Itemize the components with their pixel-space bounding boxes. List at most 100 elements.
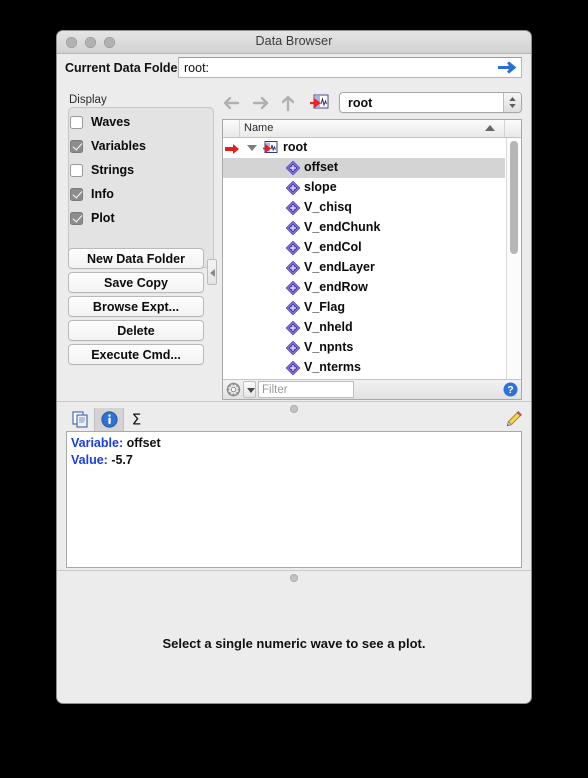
red-arrow-icon [225, 142, 241, 154]
variable-icon [285, 200, 301, 216]
info-checkbox-box[interactable] [70, 187, 83, 201]
forward-arrow-icon[interactable] [250, 93, 270, 113]
execute-cmd-button[interactable]: Execute Cmd... [68, 344, 204, 365]
sort-ascending-icon [485, 125, 495, 131]
tree-item-label: V_nheld [304, 320, 353, 334]
gear-icon[interactable] [226, 382, 241, 397]
disclosure-triangle-icon[interactable] [247, 145, 257, 151]
scrollbar-thumb[interactable] [510, 141, 518, 254]
info-line: Variable: offset [71, 436, 161, 450]
tree-item-label: V_endChunk [304, 220, 381, 234]
column-header-name[interactable]: Name [244, 122, 273, 134]
current-data-folder-value: root: [184, 61, 210, 75]
info-key: Value: [71, 453, 108, 467]
pencil-icon[interactable] [504, 410, 523, 429]
info-value: offset [126, 436, 161, 450]
data-folder-icon[interactable] [310, 94, 329, 111]
checkbox-waves[interactable]: Waves [70, 115, 130, 129]
go-arrow-icon[interactable] [496, 59, 518, 76]
filter-options-dropdown[interactable] [243, 381, 256, 398]
svg-text:?: ? [507, 384, 513, 396]
folder-path-combobox[interactable]: root [339, 92, 522, 113]
checkbox-info[interactable]: Info [70, 187, 114, 201]
folder-path-stepper[interactable] [503, 93, 521, 112]
tree-item-label: V_endLayer [304, 260, 375, 274]
info-toolbar: Σ [66, 408, 523, 431]
current-data-folder-field[interactable]: root: [178, 57, 522, 78]
variables-checkbox-box[interactable] [70, 139, 83, 153]
info-line: Value: -5.7 [71, 453, 133, 467]
tree-navigation-bar: root [222, 91, 522, 115]
variable-icon [285, 360, 301, 376]
variable-icon [285, 280, 301, 296]
checkbox-label: Info [91, 187, 114, 201]
table-row[interactable]: V_chisq [223, 198, 505, 218]
table-row[interactable]: offset [223, 158, 505, 178]
variable-icon [285, 300, 301, 316]
info-text-panel: Variable: offset Value: -5.7 [66, 431, 522, 568]
title-bar[interactable]: Data Browser [57, 31, 531, 54]
table-row[interactable]: V_endRow [223, 278, 505, 298]
svg-text:Σ: Σ [131, 411, 140, 428]
table-row[interactable]: root [223, 138, 505, 158]
splitter-handle[interactable] [290, 574, 298, 582]
variable-icon [285, 180, 301, 196]
filter-placeholder: Filter [262, 384, 288, 396]
tree-item-label: offset [304, 160, 339, 174]
browse-expt-button[interactable]: Browse Expt... [68, 296, 204, 317]
splitter-line [57, 401, 531, 402]
tree-item-label: slope [304, 180, 337, 194]
checkbox-label: Plot [91, 211, 115, 225]
variable-icon [285, 220, 301, 236]
checkbox-label: Waves [91, 115, 131, 129]
header-divider [239, 120, 240, 137]
table-row[interactable]: V_endLayer [223, 258, 505, 278]
save-copy-button[interactable]: Save Copy [68, 272, 204, 293]
variable-icon [285, 160, 301, 176]
table-row[interactable]: V_Flag [223, 298, 505, 318]
info-pane-splitter[interactable] [57, 570, 531, 584]
table-row[interactable]: V_npnts [223, 338, 505, 358]
waves-checkbox-box[interactable] [70, 115, 83, 129]
header-divider [504, 120, 505, 137]
current-data-folder-label: Current Data Folder: [65, 61, 187, 75]
info-icon[interactable] [94, 408, 124, 431]
filter-bar: Filter ? [223, 379, 521, 399]
checkbox-strings[interactable]: Strings [70, 163, 134, 177]
current-data-folder-row: Current Data Folder: root: [57, 53, 531, 83]
table-row[interactable]: slope [223, 178, 505, 198]
variable-icon [285, 240, 301, 256]
table-row[interactable]: V_endChunk [223, 218, 505, 238]
tree-item-label: V_nterms [304, 360, 361, 374]
checkbox-plot[interactable]: Plot [70, 211, 115, 225]
up-arrow-icon[interactable] [278, 93, 298, 113]
filter-input[interactable]: Filter [258, 381, 354, 398]
table-row[interactable]: V_nterms [223, 358, 505, 378]
info-key: Variable: [71, 436, 124, 450]
tree-item-label: root [283, 140, 308, 154]
delete-button[interactable]: Delete [68, 320, 204, 341]
plot-checkbox-box[interactable] [70, 211, 83, 225]
tree-item-label: V_Flag [304, 300, 345, 314]
left-pane-splitter[interactable] [207, 259, 217, 285]
tree-header[interactable]: Name [223, 120, 521, 138]
data-tree-panel: Name root offset slope V_chisq V_endChun… [222, 119, 522, 400]
help-icon[interactable]: ? [503, 382, 518, 397]
copy-icon[interactable] [66, 408, 94, 431]
new-data-folder-button[interactable]: New Data Folder [68, 248, 204, 269]
sigma-icon[interactable]: Σ [122, 408, 150, 431]
tree-item-label: V_endCol [304, 240, 362, 254]
back-arrow-icon[interactable] [222, 93, 242, 113]
checkbox-variables[interactable]: Variables [70, 139, 146, 153]
tree-item-label: V_npnts [304, 340, 354, 354]
variable-icon [285, 320, 301, 336]
tree-vertical-scrollbar[interactable] [506, 138, 520, 379]
folder-path-value: root [348, 96, 373, 110]
plot-placeholder-message: Select a single numeric wave to see a pl… [162, 636, 426, 651]
table-row[interactable]: V_endCol [223, 238, 505, 258]
strings-checkbox-box[interactable] [70, 163, 83, 177]
checkbox-label: Strings [91, 163, 135, 177]
splitter-line [57, 570, 531, 571]
variable-icon [285, 260, 301, 276]
table-row[interactable]: V_nheld [223, 318, 505, 338]
